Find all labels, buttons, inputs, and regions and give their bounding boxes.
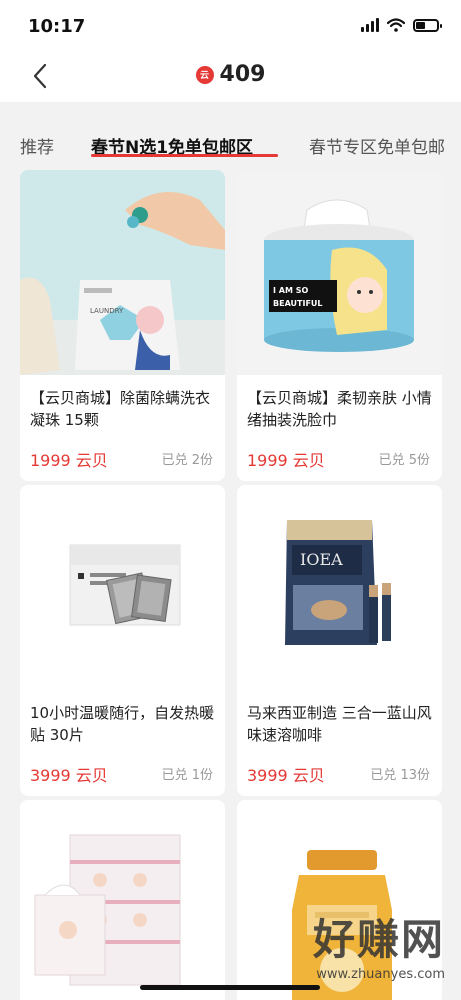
wifi-icon	[387, 18, 405, 32]
product-title: 【云贝商城】柔韧亲肤 小情绪抽装洗脸巾	[247, 389, 432, 429]
coin-badge-text: 云	[200, 71, 210, 81]
product-title: 【云贝商城】除菌除螨洗衣凝珠 15颗	[30, 389, 211, 429]
home-indicator[interactable]	[140, 985, 320, 990]
product-image-text: IOEA	[300, 550, 343, 569]
product-image: I AM SO BEAUTIFUL	[237, 170, 442, 375]
tab-recommend[interactable]: 推荐	[20, 133, 54, 158]
svg-text:LAUNDRY: LAUNDRY	[90, 307, 124, 315]
product-image	[20, 800, 225, 1000]
watermark-url: www.zhuanyes.com	[316, 967, 445, 982]
site-watermark: 好赚网 www.zhuanyes.com	[313, 906, 445, 982]
product-image: IOEA	[237, 485, 442, 690]
product-card[interactable]: 10小时温暖随行，自发热暖贴 30片 3999 云贝 已兑 1份	[20, 485, 225, 796]
product-image	[20, 485, 225, 690]
product-price: 1999 云贝	[247, 451, 325, 470]
product-redeemed-count: 已兑 1份	[161, 768, 213, 783]
product-price: 3999 云贝	[247, 766, 325, 785]
product-card[interactable]: I AM SO BEAUTIFUL 【云贝商城】柔韧亲肤 小情绪抽装洗脸巾 19…	[237, 170, 442, 481]
active-tab-underline	[91, 154, 278, 157]
product-image-text: I AM SO	[273, 286, 308, 295]
product-card[interactable]: IOEA 马来西亚制造 三合一蓝山风味速溶咖啡 3999 云贝 已兑 13份	[237, 485, 442, 796]
product-redeemed-count: 已兑 13份	[370, 768, 430, 783]
status-bar: 10:17	[0, 0, 461, 50]
status-time: 10:17	[28, 16, 86, 37]
watermark-main: 好赚网	[312, 915, 445, 964]
product-card[interactable]: LAUNDRY 【云贝商城】除菌除螨洗衣凝珠 15颗 1999 云贝 已兑 2份	[20, 170, 225, 481]
product-redeemed-count: 已兑 5份	[378, 453, 430, 468]
tab-spring-festival-free[interactable]: 春节专区免单包邮	[309, 133, 445, 158]
product-title: 10小时温暖随行，自发热暖贴 30片	[30, 704, 215, 744]
category-tabs: 推荐 春节N选1免单包邮区 春节专区免单包邮	[0, 102, 461, 162]
status-icons	[361, 18, 442, 32]
coin-balance-display: 云 409	[0, 62, 461, 87]
product-image-text: BEAUTIFUL	[273, 299, 323, 308]
coin-balance: 409	[219, 62, 266, 87]
nav-bar: 云 409	[0, 50, 461, 102]
signal-icon	[361, 18, 379, 32]
yunbei-coin-icon: 云	[195, 65, 214, 84]
product-price: 1999 云贝	[30, 451, 108, 470]
product-card[interactable]	[20, 800, 225, 1000]
product-redeemed-count: 已兑 2份	[161, 453, 213, 468]
product-title: 马来西亚制造 三合一蓝山风味速溶咖啡	[247, 704, 432, 744]
battery-icon	[413, 18, 442, 32]
product-image: LAUNDRY	[20, 170, 225, 375]
product-price: 3999 云贝	[30, 766, 108, 785]
